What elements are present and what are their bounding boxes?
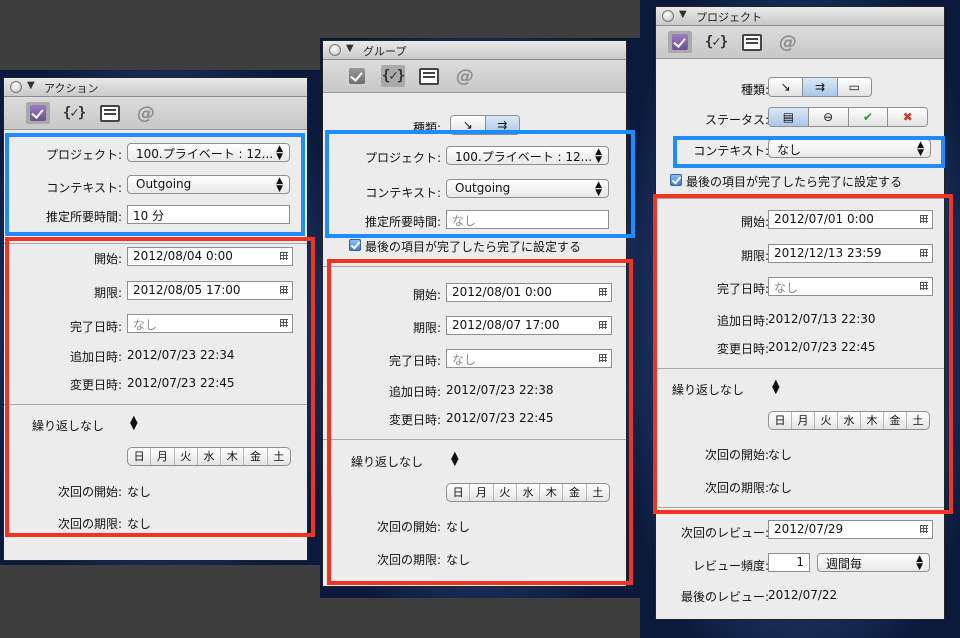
status-active-icon[interactable]: ▤ [769,108,809,126]
complete-when-last-label: 最後の項目が完了したら完了に設定する [365,240,582,254]
kind-label: 種類: [740,83,769,97]
review-frequency-field[interactable]: 1 [768,553,810,572]
window-title: アクション [44,82,99,95]
title-bar: ▼ アクション [4,78,307,97]
inspector-toolbar: {✓} @ [323,60,626,93]
collapse-triangle-icon[interactable]: ▼ [346,43,354,54]
check-icon[interactable] [345,65,369,87]
kind-selector[interactable]: ↘ ⇉ ▭ [768,77,872,97]
highlight-red-action [5,237,315,537]
check-icon[interactable] [668,31,692,53]
review-frequency-label: レビュー頻度: [692,559,769,573]
collapse-triangle-icon[interactable]: ▼ [27,80,35,91]
title-bar: ▼ グループ [323,41,626,60]
calendar-icon[interactable] [920,525,928,533]
highlight-blue-group [325,130,635,238]
kind-single-actions-icon[interactable]: ▭ [837,78,871,96]
context-brace-icon[interactable]: {✓} [381,65,405,87]
complete-when-last-label: 最後の項目が完了したら完了に設定する [686,175,903,189]
highlight-blue-action [5,133,305,236]
window-title: グループ [363,45,407,58]
next-review-field[interactable]: 2012/07/29 [768,520,933,539]
kind-parallel-arrow-icon[interactable]: ⇉ [803,78,838,96]
status-dropped-icon[interactable]: ✖ [888,108,927,126]
highlight-blue-project [673,136,945,168]
kind-sequential-arrow-icon[interactable]: ↘ [769,78,804,96]
status-on-hold-icon[interactable]: ⊖ [808,108,849,126]
note-sheet-icon[interactable] [98,102,122,124]
close-button[interactable] [662,10,674,22]
close-button[interactable] [10,81,22,93]
title-bar: ▼ プロジェクト [656,7,944,26]
popup-arrows-icon: ▲ ▼ [916,554,923,572]
status-completed-icon[interactable]: ✔ [848,108,889,126]
context-brace-icon[interactable]: {✓} [704,31,728,53]
inspector-toolbar: {✓} @ [4,97,307,130]
complete-when-last-checkbox[interactable] [670,174,682,186]
next-review-label: 次回のレビュー: [680,526,769,540]
check-icon[interactable] [26,102,50,124]
context-brace-icon[interactable]: {✓} [62,102,86,124]
at-sign-icon[interactable]: @ [776,31,800,53]
last-review-label: 最後のレビュー: [680,590,769,604]
at-sign-icon[interactable]: @ [134,102,158,124]
highlight-red-group [327,259,633,585]
status-label: ステータス: [704,113,769,127]
highlight-red-project [653,194,953,514]
last-review-value: 2012/07/22 [768,588,838,602]
inspector-toolbar: {✓} @ [656,26,944,59]
close-button[interactable] [329,44,341,56]
status-selector[interactable]: ▤ ⊖ ✔ ✖ [768,107,928,127]
window-title: プロジェクト [696,11,762,24]
complete-when-last-checkbox[interactable] [349,239,361,251]
note-sheet-icon[interactable] [740,31,764,53]
review-unit-popup[interactable]: 週間毎 ▲ ▼ [817,553,930,572]
collapse-triangle-icon[interactable]: ▼ [679,9,687,20]
note-sheet-icon[interactable] [417,65,441,87]
at-sign-icon[interactable]: @ [453,65,477,87]
